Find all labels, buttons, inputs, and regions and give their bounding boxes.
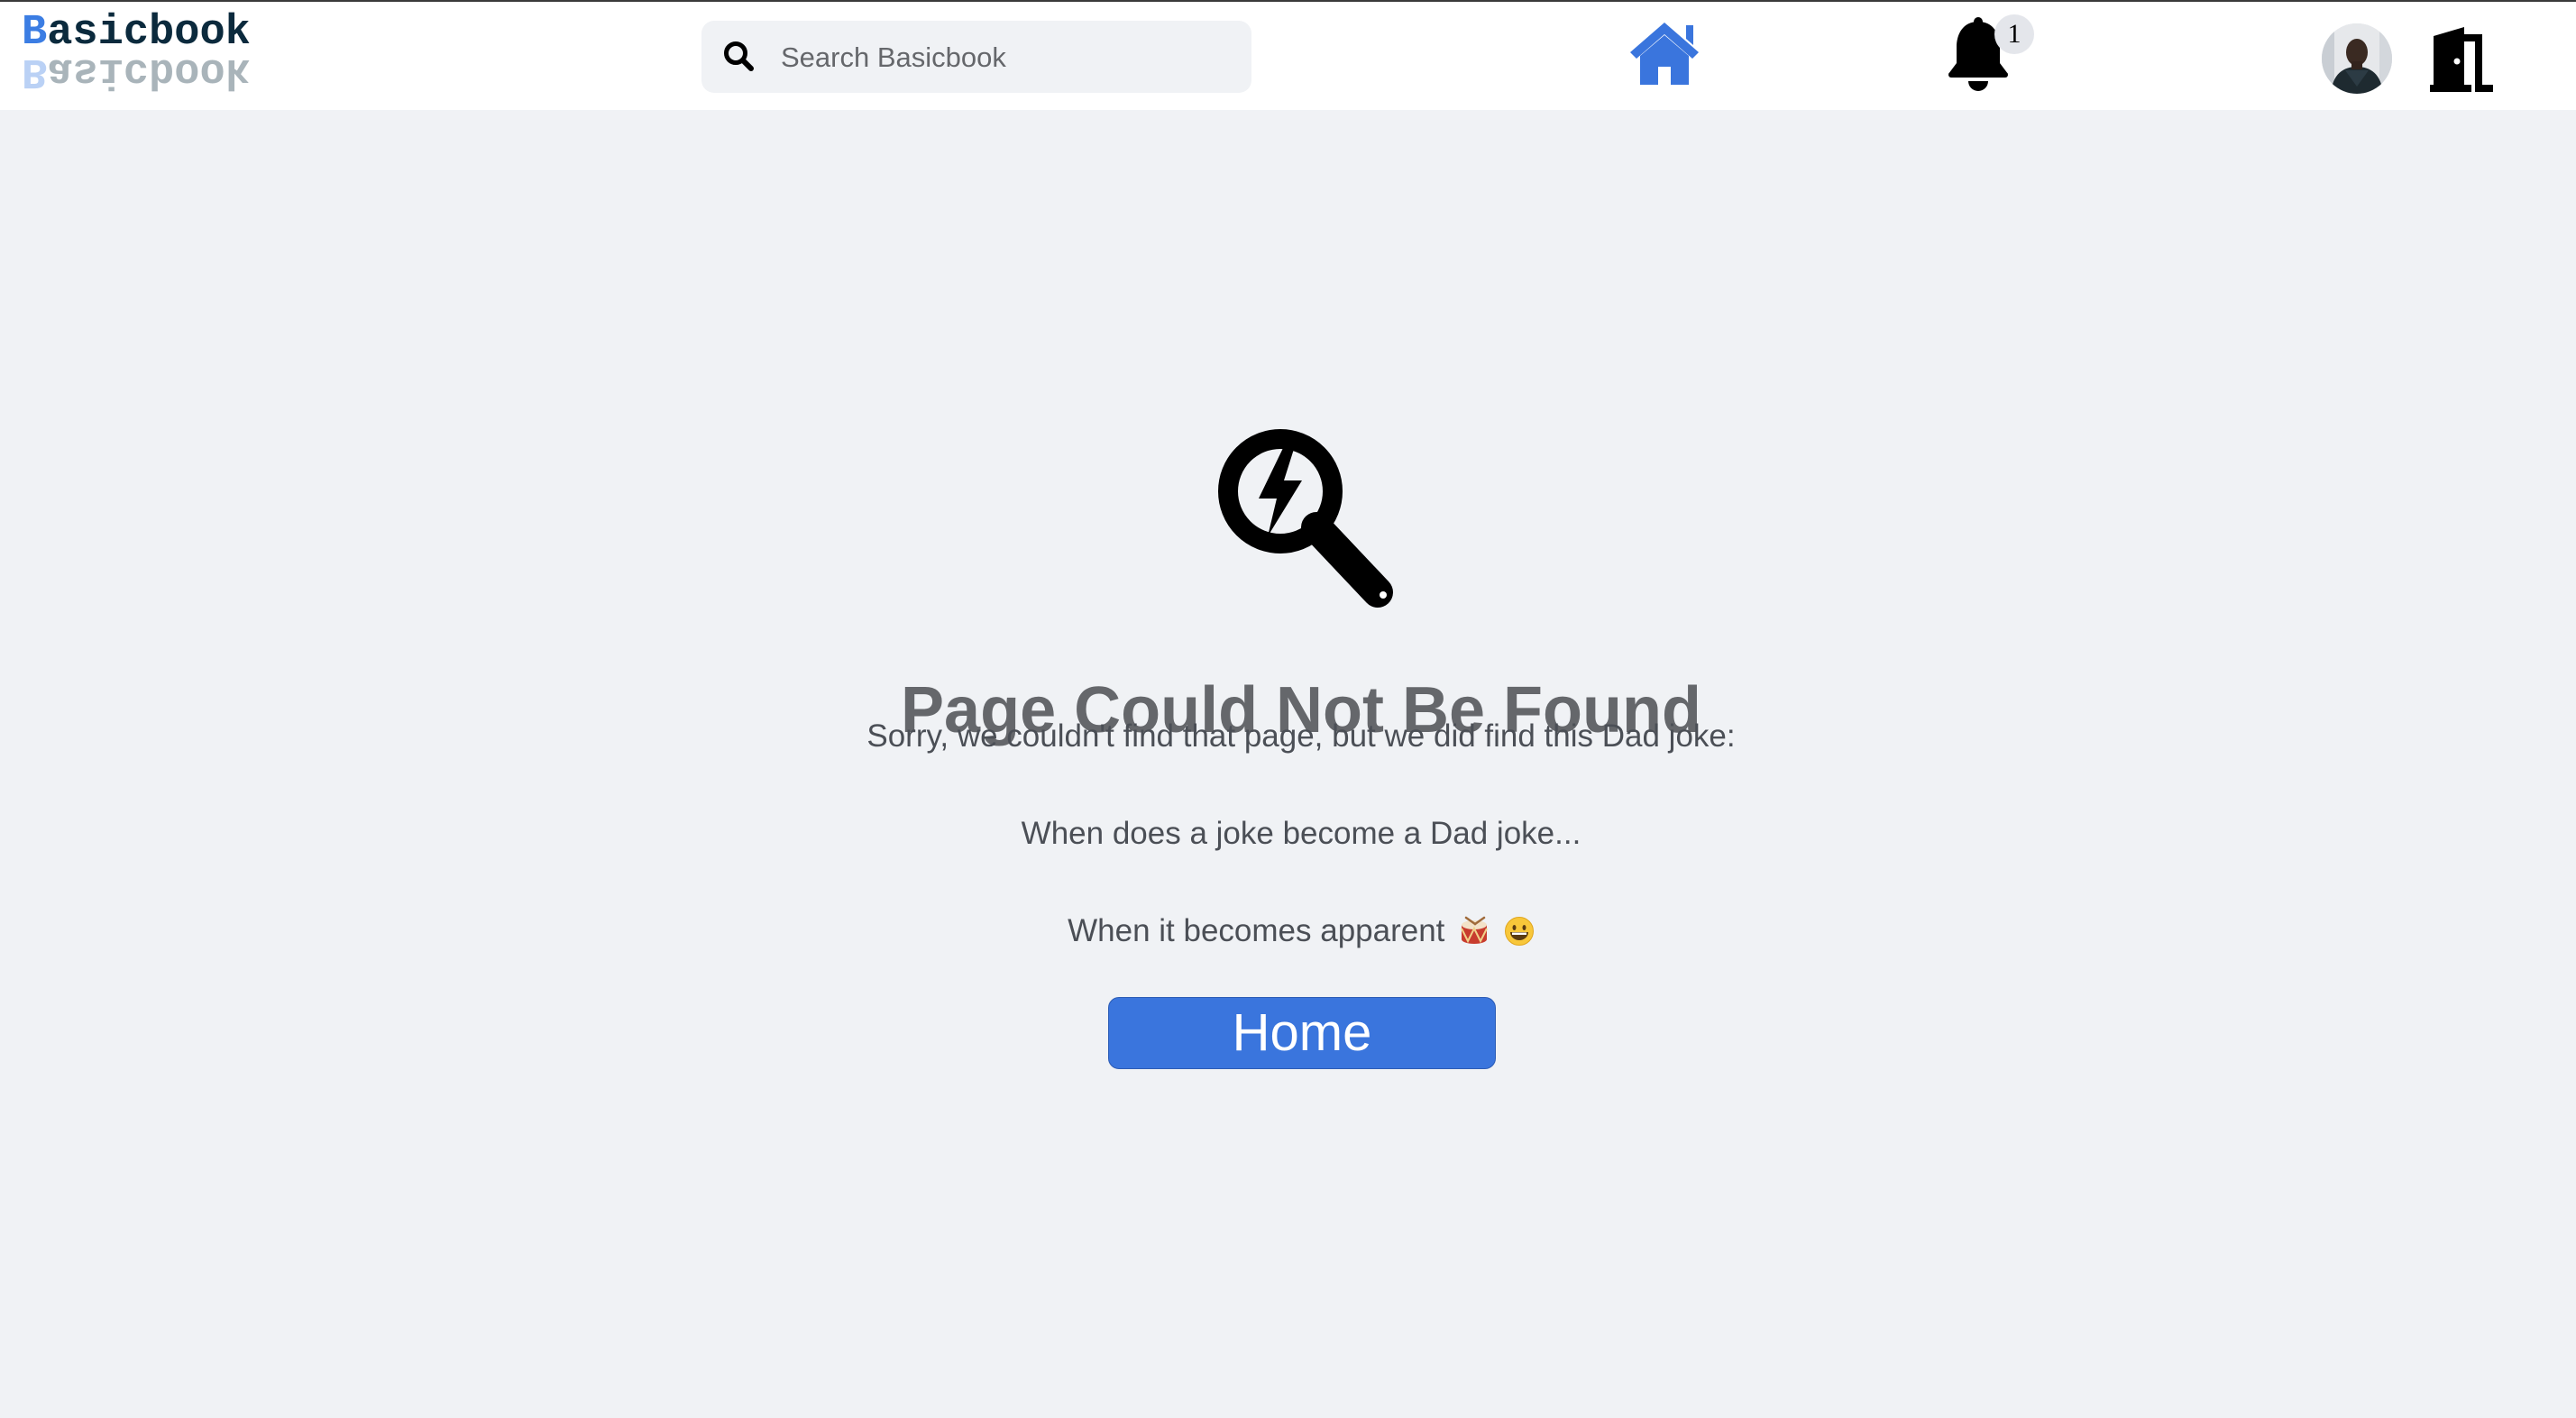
avatar-image bbox=[2322, 23, 2392, 94]
joke-setup: When does a joke become a Dad joke... bbox=[1021, 816, 1581, 851]
logo-reflection: Basicbook bbox=[22, 47, 251, 95]
user-avatar[interactable] bbox=[2322, 23, 2392, 94]
drum-emoji bbox=[1461, 916, 1489, 944]
joke-punchline: When it becomes apparent bbox=[1068, 913, 1445, 948]
logo-reflection-first-letter: B bbox=[22, 47, 48, 95]
logo-reflection-rest: asicbook bbox=[47, 47, 251, 95]
joke-punchline-row: When it becomes apparent bbox=[0, 910, 2576, 952]
search-input[interactable] bbox=[779, 30, 1233, 86]
door-exit-icon[interactable] bbox=[2428, 25, 2497, 94]
search-icon bbox=[724, 41, 754, 71]
search-bolt-icon bbox=[1218, 429, 1393, 608]
home-button[interactable]: Home bbox=[1108, 997, 1496, 1069]
home-icon[interactable] bbox=[1628, 20, 1701, 87]
basicbook-logo[interactable]: Basicbook Basicbook bbox=[22, 11, 292, 101]
grinning-face-emoji bbox=[1504, 917, 1534, 946]
error-message: Sorry, we couldn't find that page, but w… bbox=[866, 718, 1736, 754]
notification-count-badge: 1 bbox=[1994, 14, 2034, 54]
top-navbar: Basicbook Basicbook 1 bbox=[0, 2, 2576, 110]
search-bar bbox=[701, 21, 1251, 93]
